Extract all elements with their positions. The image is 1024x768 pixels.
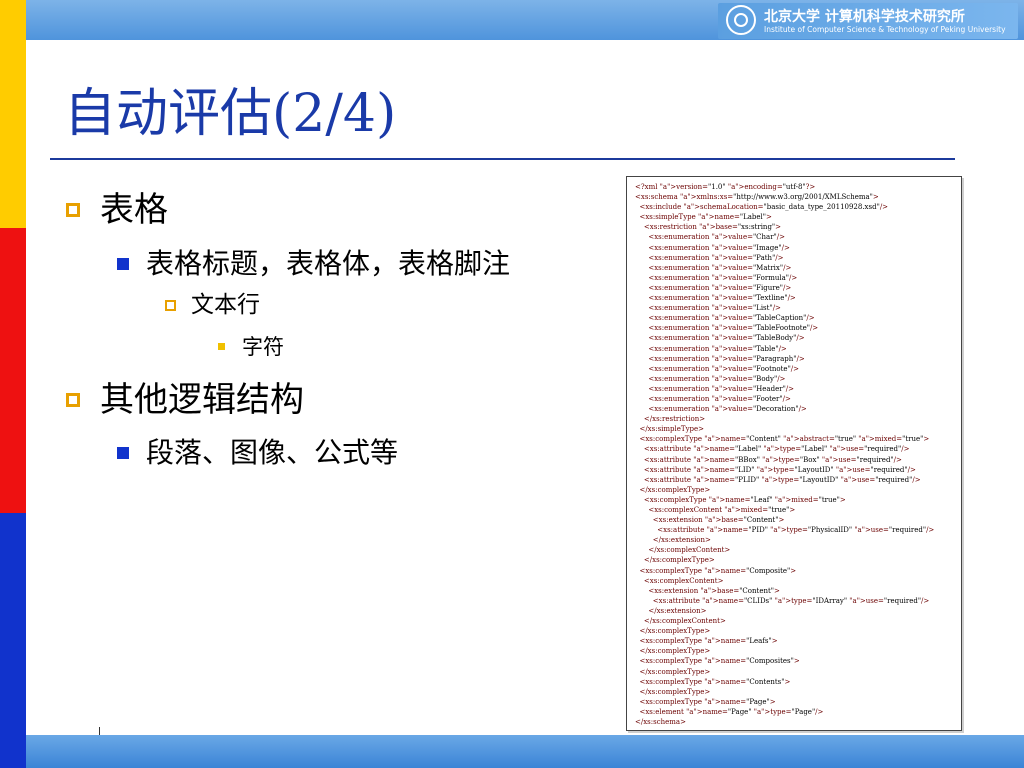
xml-code-line: </xs:complexContent>: [635, 546, 731, 555]
xml-code-line: <xs:enumeration "a">value="Textline"/>: [635, 294, 796, 303]
bullet-marker-icon: [117, 258, 129, 270]
xml-code-line: <xs:attribute "a">name="LID" "a">type="L…: [635, 465, 916, 474]
xml-code-line: <xs:restriction "a">base="xs:string">: [635, 223, 782, 232]
xml-code-line: </xs:schema>: [635, 717, 686, 726]
xml-code-line: </xs:complexType>: [635, 485, 711, 494]
left-stripe-red: [0, 228, 26, 513]
bullet-text-level-3: 文本行: [191, 292, 260, 318]
xml-code-line: <xs:complexContent "a">mixed="true">: [635, 506, 796, 514]
xml-code-line: <xs:attribute "a">name="PLID" "a">type="…: [635, 475, 921, 484]
xml-code-line: <xs:complexType "a">name="Contents">: [635, 677, 791, 686]
left-stripe-blue: [0, 513, 26, 768]
xml-code-line: <xs:enumeration "a">value="List"/>: [635, 304, 781, 313]
xml-code-line: <xs:schema "a">xmlns:xs="http://www.w3.o…: [635, 193, 879, 202]
xml-code-line: <xs:enumeration "a">value="Body"/>: [635, 374, 786, 383]
bullet-text-level-1: 表格: [100, 190, 168, 230]
xml-code-line: <xs:enumeration "a">value="Path"/>: [635, 253, 784, 262]
xml-code-line: <xs:enumeration "a">value="Image"/>: [635, 243, 790, 252]
xml-code-line: </xs:complexType>: [635, 687, 711, 696]
xml-code-line: <xs:enumeration "a">value="Header"/>: [635, 384, 795, 393]
xml-code-line: <xs:enumeration "a">value="Char"/>: [635, 233, 786, 242]
xml-code-line: <xs:enumeration "a">value="Table"/>: [635, 344, 787, 353]
slide-title: 自动评估(2/4): [64, 84, 397, 144]
xml-code-line: <xs:enumeration "a">value="Paragraph"/>: [635, 354, 805, 363]
xml-code-line: <xs:enumeration "a">value="TableFootnote…: [635, 324, 819, 333]
logo-english-text: Institute of Computer Science & Technolo…: [764, 25, 1006, 34]
bullet-marker-icon: [165, 300, 176, 311]
footer-bar: [26, 735, 1024, 768]
bullet-text-level-1: 其他逻辑结构: [100, 380, 304, 420]
xml-code-line: <xs:attribute "a">name="BBox" "a">type="…: [635, 455, 902, 464]
xml-code-line: <xs:enumeration "a">value="Footnote"/>: [635, 364, 800, 373]
bullet-marker-icon: [66, 203, 80, 217]
xml-code-line: <xs:complexType "a">name="Content" "a">a…: [635, 435, 930, 444]
xml-code-line: </xs:extension>: [635, 536, 711, 545]
xml-code-line: <xs:complexType "a">name="Leaf" "a">mixe…: [635, 495, 846, 504]
xml-code-line: <xs:enumeration "a">value="Footer"/>: [635, 394, 791, 403]
xml-code-line: <xs:enumeration "a">value="Matrix"/>: [635, 263, 792, 272]
title-underline: [50, 158, 955, 160]
xml-code-line: <?xml "a">version="1.0" "a">encoding="ut…: [635, 183, 816, 191]
xml-code-line: </xs:complexType>: [635, 556, 715, 565]
logo-chinese-text: 北京大学 计算机科学技术研究所: [764, 9, 965, 25]
xml-code-line: </xs:extension>: [635, 606, 707, 615]
xml-code-line: <xs:complexContent>: [635, 576, 724, 585]
bullet-text-level-2: 表格标题，表格体，表格脚注: [146, 247, 511, 280]
xml-code-line: <xs:complexType "a">name="Page">: [635, 697, 776, 706]
xml-code-line: <xs:enumeration "a">value="TableCaption"…: [635, 314, 815, 323]
bullet-marker-icon: [117, 447, 129, 459]
bullet-marker-icon: [218, 343, 225, 350]
xml-code-line: </xs:complexType>: [635, 647, 711, 656]
xml-code-line: </xs:complexType>: [635, 667, 711, 676]
xml-code-line: <xs:enumeration "a">value="Figure"/>: [635, 283, 792, 292]
xml-code-line: </xs:complexContent>: [635, 617, 726, 626]
xml-code-line: </xs:simpleType>: [635, 425, 705, 434]
xml-code-line: <xs:include "a">schemaLocation="basic_da…: [635, 203, 889, 212]
university-seal-icon: [726, 5, 756, 35]
xml-code-line: <xs:attribute "a">name="PID" "a">type="P…: [635, 526, 935, 535]
xml-code-line: </xs:complexType>: [635, 627, 711, 636]
xml-code-line: <xs:complexType "a">name="Leafs">: [635, 637, 778, 646]
bullet-marker-icon: [66, 393, 80, 407]
university-logo: 北京大学 计算机科学技术研究所 Institute of Computer Sc…: [718, 3, 1018, 39]
xml-code-line: <xs:enumeration "a">value="TableBody"/>: [635, 334, 805, 343]
header-bar: 北京大学 计算机科学技术研究所 Institute of Computer Sc…: [26, 0, 1024, 40]
xml-code-line: <xs:element "a">name="Page" "a">type="Pa…: [635, 707, 824, 716]
xml-code-line: <xs:simpleType "a">name="Label">: [635, 213, 772, 222]
left-stripe-yellow: [0, 0, 26, 228]
xml-code-line: <xs:extension "a">base="Content">: [635, 586, 780, 595]
xml-code-line: <xs:enumeration "a">value="Formula"/>: [635, 273, 798, 282]
xml-code-line: <xs:attribute "a">name="Label" "a">type=…: [635, 445, 910, 454]
xml-code-line: <xs:complexType "a">name="Composite">: [635, 566, 797, 575]
xml-schema-image: <?xml "a">version="1.0" "a">encoding="ut…: [626, 176, 962, 731]
bullet-text-level-4: 字符: [242, 335, 284, 359]
xml-code-line: </xs:restriction>: [635, 415, 706, 424]
xml-code-line: <xs:attribute "a">name="CLIDs" "a">type=…: [635, 596, 930, 605]
xml-code-line: <xs:complexType "a">name="Composites">: [635, 657, 800, 666]
xml-code-line: <xs:extension "a">base="Content">: [635, 516, 785, 525]
xml-code-line: <xs:enumeration "a">value="Decoration"/>: [635, 405, 807, 414]
bullet-text-level-2: 段落、图像、公式等: [146, 436, 399, 469]
